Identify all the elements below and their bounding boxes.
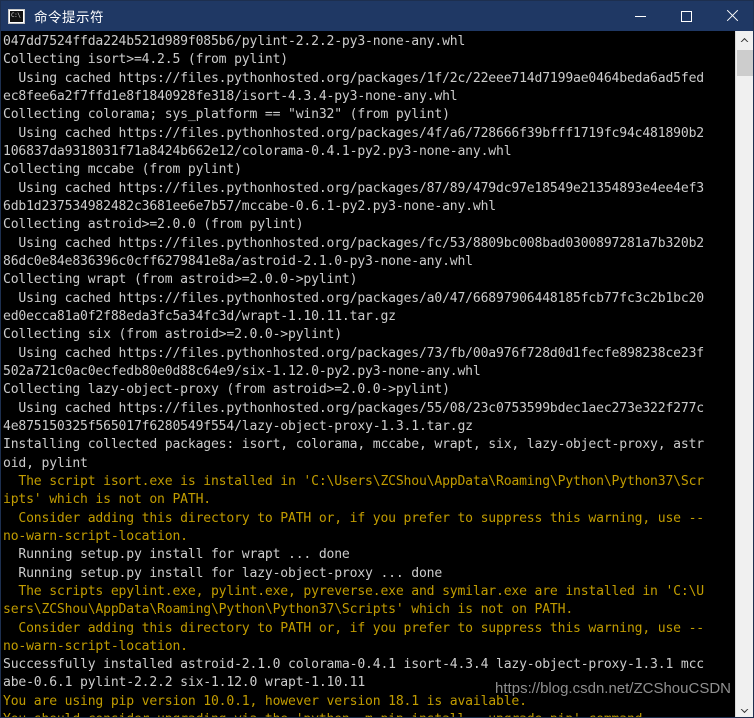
console-line: 86dc0e84e836396c0cff6279841e8a/astroid-2… [3, 253, 473, 269]
console-line: Collecting mccabe (from pylint) [3, 162, 242, 178]
window-controls [617, 1, 753, 31]
console-line: Collecting six (from astroid>=2.0.0->pyl… [3, 327, 342, 343]
console-line: Consider adding this directory to PATH o… [3, 620, 704, 636]
vertical-scrollbar[interactable] [735, 31, 753, 717]
scroll-up-arrow-icon[interactable] [736, 31, 753, 48]
console-line: Using cached https://files.pythonhosted.… [3, 345, 704, 361]
maximize-icon [680, 10, 692, 22]
console-line: Running setup.py install for wrapt ... d… [3, 547, 350, 563]
console-line: 4e875150325f565017f6280549f554/lazy-obje… [3, 418, 473, 434]
console-line: ipts' which is not on PATH. [3, 492, 211, 508]
window-title: 命令提示符 [34, 10, 104, 26]
console-line: You should consider upgrading via the 'p… [3, 711, 737, 717]
console-line: no-warn-script-location. [3, 638, 188, 654]
console-line: You are using pip version 10.0.1, howeve… [3, 693, 527, 709]
scroll-thumb[interactable] [737, 50, 753, 76]
console-icon [8, 8, 25, 24]
console-line: 6db1d237534982482c3681ee6e7b57/mccabe-0.… [3, 198, 496, 214]
console-line: Successfully installed astroid-2.1.0 col… [3, 657, 704, 673]
console-line: The script isort.exe is installed in 'C:… [3, 473, 704, 489]
console-line: 047dd7524ffda224b521d989f085b6/pylint-2.… [3, 34, 466, 49]
console-line: Using cached https://files.pythonhosted.… [3, 400, 704, 416]
console-line: ed0ecca81a0f2f88eda3fc5a34fc3d/wrapt-1.1… [3, 308, 396, 324]
close-button[interactable] [709, 1, 753, 31]
console-line: Collecting astroid>=2.0.0 (from pylint) [3, 217, 304, 233]
console-line: 502a721c0ac0ecfedb80e0d88c64e9/six-1.12.… [3, 363, 481, 379]
minimize-icon [634, 15, 646, 17]
title-bar-left: 命令提示符 [1, 6, 617, 26]
console-line: sers\ZCShou\AppData\Roaming\Python\Pytho… [3, 602, 574, 618]
console-text: 047dd7524ffda224b521d989f085b6/pylint-2.… [1, 31, 737, 717]
console-line: Consider adding this directory to PATH o… [3, 510, 704, 526]
console-line: Using cached https://files.pythonhosted.… [3, 70, 704, 86]
minimize-button[interactable] [617, 1, 663, 31]
console-line: Collecting isort>=4.2.5 (from pylint) [3, 52, 289, 68]
console-line: Collecting lazy-object-proxy (from astro… [3, 382, 450, 398]
maximize-button[interactable] [663, 1, 709, 31]
command-prompt-window: 命令提示符 047dd7524ffda224b521d989f085b6/pyl… [0, 0, 754, 718]
console-line: Using cached https://files.pythonhosted.… [3, 235, 704, 251]
console-line: Installing collected packages: isort, co… [3, 437, 704, 453]
console-line: Collecting wrapt (from astroid>=2.0.0->p… [3, 272, 358, 288]
console-line: Running setup.py install for lazy-object… [3, 565, 443, 581]
close-icon [726, 10, 738, 22]
console-line: oid, pylint [3, 455, 88, 471]
console-line: 106837da9318031f71a8424b662e12/colorama-… [3, 143, 512, 159]
console-line: abe-0.6.1 pylint-2.2.2 six-1.12.0 wrapt-… [3, 675, 366, 691]
console-line: Using cached https://files.pythonhosted.… [3, 290, 704, 306]
console-line: Using cached https://files.pythonhosted.… [3, 180, 704, 196]
console-line: no-warn-script-location. [3, 528, 188, 544]
console-line: The scripts epylint.exe, pylint.exe, pyr… [3, 583, 704, 599]
console-line: Collecting colorama; sys_platform == "wi… [3, 107, 450, 123]
title-bar[interactable]: 命令提示符 [1, 1, 753, 31]
scroll-down-arrow-icon[interactable] [736, 702, 753, 717]
console-line: ec8fee6a2f7ffd1e8f1840928fe318/isort-4.3… [3, 88, 458, 104]
console-output-area[interactable]: 047dd7524ffda224b521d989f085b6/pylint-2.… [1, 31, 737, 717]
console-line: Using cached https://files.pythonhosted.… [3, 125, 704, 141]
